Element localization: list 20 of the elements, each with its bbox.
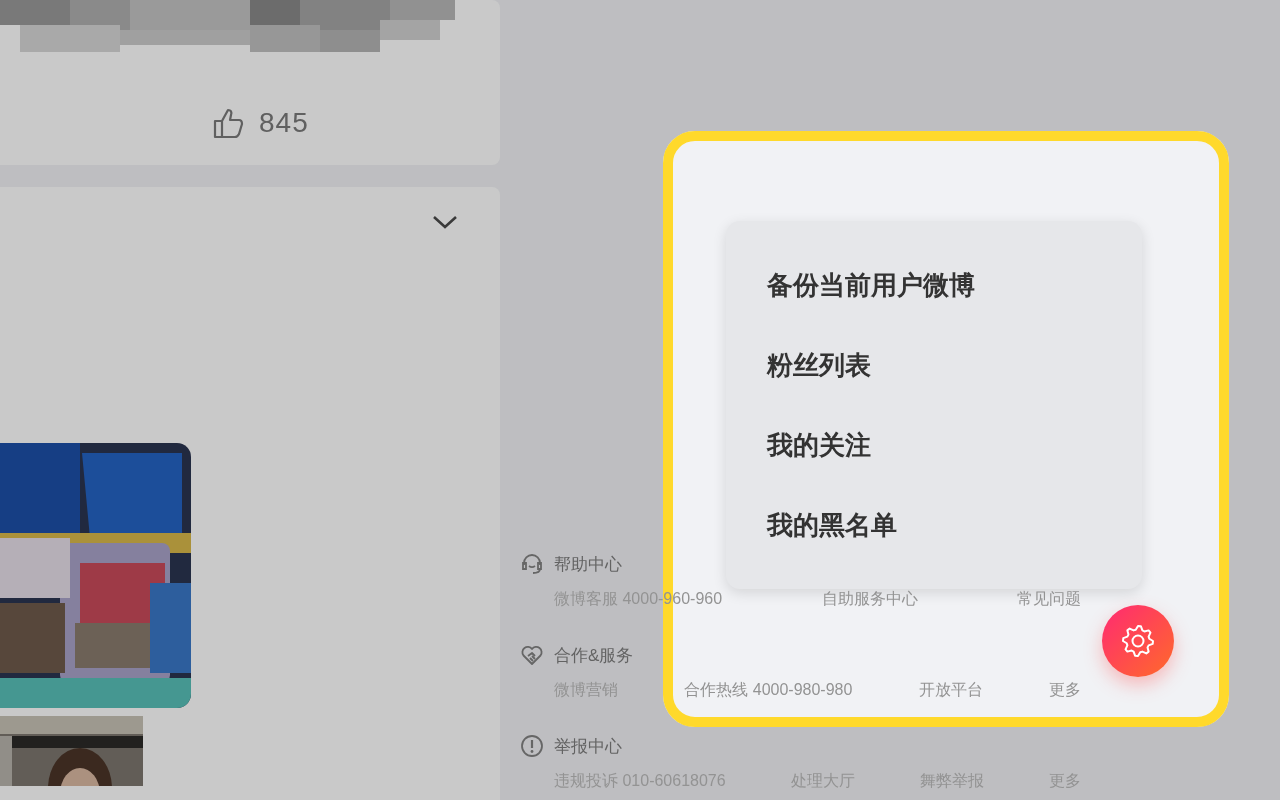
section-title: 合作&服务 bbox=[554, 644, 634, 667]
footer-link[interactable]: 开放平台 bbox=[918, 680, 983, 700]
warning-icon bbox=[520, 734, 544, 758]
footer-link[interactable]: 自助服务中心 bbox=[821, 589, 918, 609]
settings-button[interactable] bbox=[1102, 605, 1174, 677]
thumbs-up-icon[interactable] bbox=[213, 107, 245, 139]
menu-item[interactable]: 备份当前用户微博 bbox=[726, 245, 1142, 325]
menu-item[interactable]: 粉丝列表 bbox=[726, 325, 1142, 405]
footer-link[interactable]: 常见问题 bbox=[1017, 589, 1081, 609]
section-title: 举报中心 bbox=[554, 735, 622, 758]
footer-link[interactable]: 更多 bbox=[1049, 680, 1081, 700]
settings-icon bbox=[1121, 624, 1155, 658]
headset-icon bbox=[520, 552, 544, 576]
like-count: 845 bbox=[259, 107, 309, 139]
chevron-down-icon[interactable] bbox=[432, 215, 458, 229]
footer-link[interactable]: 合作热线 4000-980-980 bbox=[684, 680, 853, 700]
menu-item[interactable]: 我的关注 bbox=[726, 405, 1142, 485]
section-title: 帮助中心 bbox=[554, 553, 622, 576]
menu-item[interactable]: 我的黑名单 bbox=[726, 485, 1142, 565]
handshake-heart-icon bbox=[520, 643, 544, 667]
